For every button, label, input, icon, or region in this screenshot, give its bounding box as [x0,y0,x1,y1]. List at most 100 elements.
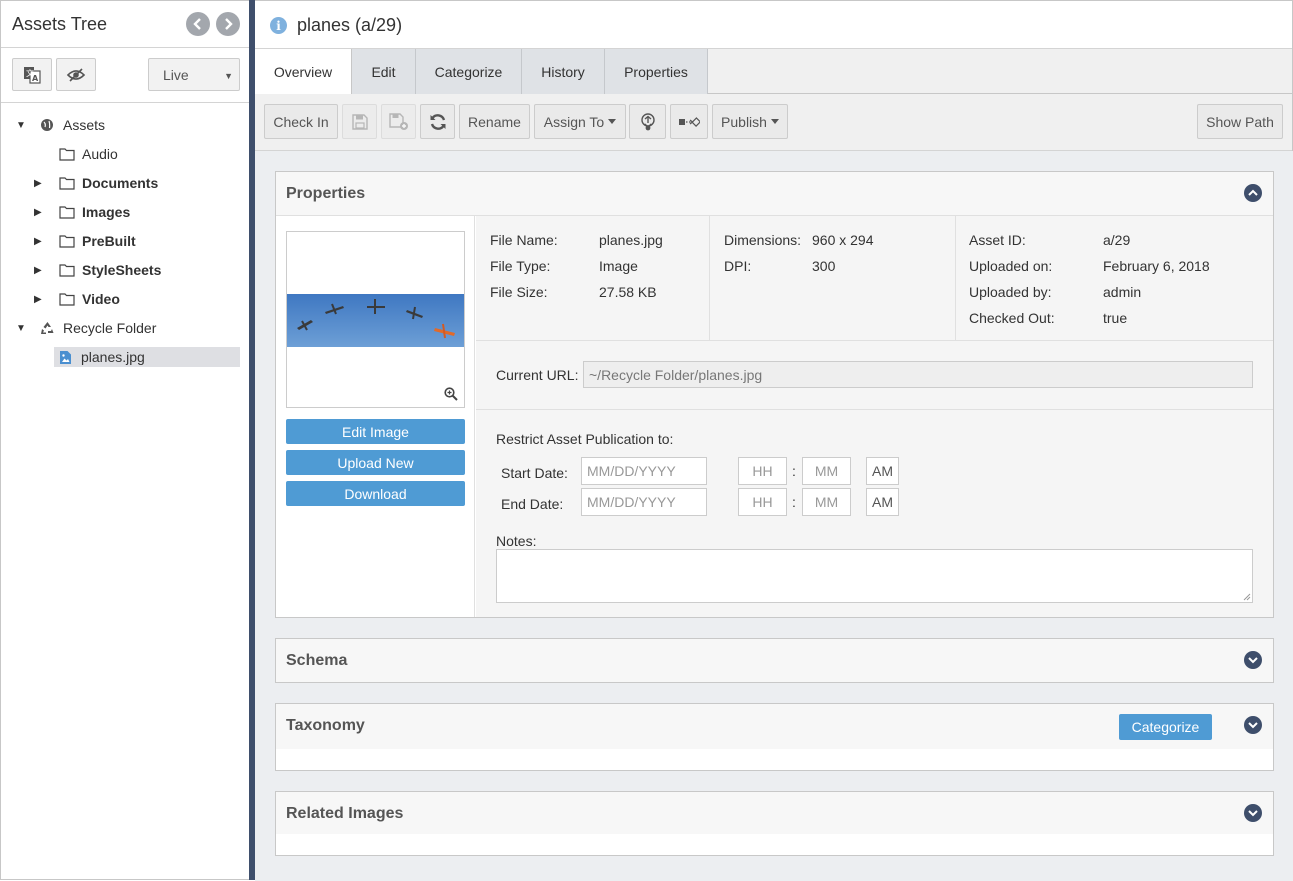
chevron-right-icon[interactable] [216,12,240,36]
properties-panel-header[interactable]: Properties [276,172,1273,216]
planes-thumbnail [287,294,464,347]
zoom-in-icon[interactable] [444,387,458,401]
chevron-down-icon[interactable] [1244,804,1262,822]
asset-header: i planes (a/29) [255,1,1292,49]
categorize-button[interactable]: Categorize [1119,714,1212,740]
folder-icon [59,292,75,306]
svg-text:A: A [32,74,39,83]
refresh-button[interactable] [420,104,455,139]
file-name-value: planes.jpg [599,232,663,248]
assign-to-label: Assign To [543,113,605,130]
taxonomy-panel: Taxonomy Categorize [275,703,1274,771]
download-button[interactable]: Download [286,481,465,506]
save-as-button[interactable] [381,104,416,139]
tab-edit[interactable]: Edit [352,49,416,94]
related-images-panel: Related Images [275,791,1274,856]
translate-button[interactable]: 文 A [12,58,52,91]
current-url-field[interactable]: ~/Recycle Folder/planes.jpg [583,361,1253,388]
tree-item-label: Images [82,204,131,220]
assets-tree-title: Assets Tree [12,14,108,34]
move-icon [679,116,700,127]
tree-item-recycle-folder[interactable]: ▼ Recycle Folder [16,318,156,338]
tree-item-planes-jpg[interactable]: planes.jpg [54,347,240,367]
translate-icon: 文 A [24,66,41,84]
tree-item-assets[interactable]: ▼ Assets [16,115,105,135]
refresh-icon [430,113,445,130]
start-ampm-toggle[interactable]: AM [866,457,899,485]
schema-panel-title: Schema [286,652,348,669]
tree-item-images[interactable]: ▶ Images [34,202,130,222]
upload-new-button[interactable]: Upload New [286,450,465,475]
show-path-button[interactable]: Show Path [1197,104,1283,139]
chevron-down-icon[interactable] [1244,651,1262,669]
tree-item-prebuilt[interactable]: ▶ PreBuilt [34,231,136,251]
tree-item-label: Video [82,291,120,307]
end-hour-input[interactable]: HH [738,488,787,516]
asset-id-label: Asset ID: [969,232,1026,248]
assign-to-button[interactable]: Assign To [534,104,626,139]
time-separator: : [792,494,796,510]
schema-panel-header[interactable]: Schema [276,639,1273,682]
globe-icon [40,118,56,132]
caret-collapsed-icon[interactable]: ▶ [34,236,59,247]
end-date-input[interactable]: MM/DD/YYYY [581,488,707,516]
notes-textarea[interactable] [496,549,1253,603]
related-images-panel-header[interactable]: Related Images [276,792,1273,834]
info-icon: i [270,17,287,34]
asset-id-value: a/29 [1103,232,1131,248]
file-name-label: File Name: [490,232,558,248]
end-ampm-toggle[interactable]: AM [866,488,899,516]
chevron-down-icon[interactable] [1244,716,1262,734]
view-mode-select[interactable]: Live ▼ [148,58,240,91]
caret-collapsed-icon[interactable]: ▶ [34,178,59,189]
save-button[interactable] [342,104,377,139]
uploaded-on-value: February 6, 2018 [1103,258,1210,274]
edit-image-button[interactable]: Edit Image [286,419,465,444]
caret-collapsed-icon[interactable]: ▶ [34,294,59,305]
workflow-button[interactable] [629,104,666,139]
rename-button[interactable]: Rename [459,104,530,139]
hide-button[interactable] [56,58,96,91]
move-button[interactable] [670,104,708,139]
check-in-button[interactable]: Check In [264,104,338,139]
tree-item-audio[interactable]: Audio [59,144,118,164]
schema-panel: Schema [275,638,1274,683]
current-url-label: Current URL: [496,367,579,383]
save-as-icon [388,112,408,130]
taxonomy-panel-title: Taxonomy [286,717,365,734]
overview-content: Properties Edit Image Upload New Downloa… [255,151,1293,881]
start-hour-input[interactable]: HH [738,457,787,485]
tab-bar: Overview Edit Categorize History Propert… [255,49,1292,95]
publish-label: Publish [721,113,767,130]
caret-collapsed-icon[interactable]: ▶ [34,207,59,218]
end-minute-input[interactable]: MM [802,488,851,516]
end-date-label: End Date: [501,496,564,512]
tab-history[interactable]: History [522,49,605,94]
tab-properties[interactable]: Properties [605,49,708,94]
chevron-up-icon[interactable] [1244,184,1262,202]
folder-icon [59,176,75,190]
current-url-row: Current URL: ~/Recycle Folder/planes.jpg [476,341,1273,410]
tree-item-video[interactable]: ▶ Video [34,289,120,309]
tree-item-label: Documents [82,175,159,191]
caret-expanded-icon[interactable]: ▼ [16,323,32,334]
checked-out-label: Checked Out: [969,310,1055,326]
chevron-left-icon[interactable] [186,12,210,36]
caret-collapsed-icon[interactable]: ▶ [34,265,59,276]
start-minute-input[interactable]: MM [802,457,851,485]
divider [709,216,710,340]
taxonomy-panel-header[interactable]: Taxonomy Categorize [276,704,1273,749]
caret-down-icon: ▼ [224,71,233,81]
caret-expanded-icon[interactable]: ▼ [16,120,32,131]
checked-out-value: true [1103,310,1128,326]
caret-down-icon [608,119,617,124]
start-date-label: Start Date: [501,465,568,481]
publish-button[interactable]: Publish [712,104,788,139]
tab-categorize[interactable]: Categorize [416,49,522,94]
properties-panel: Properties Edit Image Upload New Downloa… [275,171,1274,618]
start-date-input[interactable]: MM/DD/YYYY [581,457,707,485]
tree-item-documents[interactable]: ▶ Documents [34,173,158,193]
tree-item-stylesheets[interactable]: ▶ StyleSheets [34,260,161,280]
image-preview[interactable] [286,231,465,408]
tab-overview[interactable]: Overview [255,49,352,95]
